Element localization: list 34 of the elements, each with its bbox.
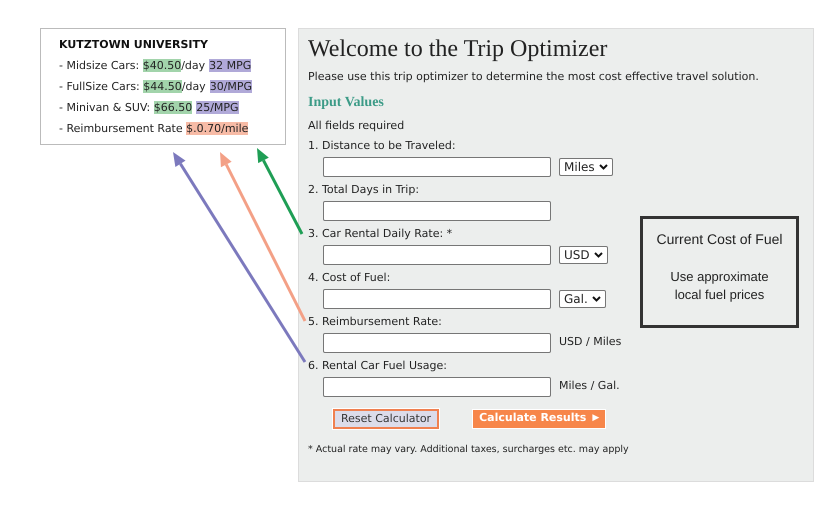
field-label: 2. Total Days in Trip: <box>308 182 420 196</box>
input-field[interactable] <box>323 332 551 352</box>
field-label: 1. Distance to be Traveled: <box>308 138 457 152</box>
required-note: All fields required <box>308 118 406 132</box>
unit-dropdown[interactable]: USD <box>559 246 608 264</box>
input-field[interactable] <box>323 200 551 220</box>
rate-line: - Minivan & SUV: $66.50 25/MPG <box>59 100 240 116</box>
unit-dropdown[interactable]: Miles <box>559 158 613 176</box>
intro-text: Please use this trip optimizer to determine the most cost effective travel solution. <box>308 69 760 85</box>
input-field[interactable] <box>323 156 551 176</box>
play-icon: ▶ <box>592 412 600 426</box>
chevron-down-icon <box>592 296 601 302</box>
input-field[interactable] <box>323 244 551 264</box>
unit-label: USD / Miles <box>559 334 622 350</box>
field-label: 3. Car Rental Daily Rate: * <box>308 226 454 240</box>
unit-label: Miles / Gal. <box>559 378 620 394</box>
page-title: Welcome to the Trip Optimizer <box>308 35 608 63</box>
field-label: 6. Rental Car Fuel Usage: <box>308 358 448 372</box>
fuel-box-title: Current Cost of Fuel <box>656 230 783 248</box>
rate-line: - Midsize Cars: $40.50/day 32 MPG <box>59 58 252 74</box>
chevron-down-icon <box>598 164 608 170</box>
field-label: 4. Cost of Fuel: <box>308 270 392 284</box>
section-heading: Input Values <box>308 94 385 112</box>
input-field[interactable] <box>323 288 551 308</box>
input-field[interactable] <box>323 376 551 396</box>
rate-line: - Reimbursement Rate $.0.70/mile <box>59 120 250 136</box>
field-label: 5. Reimbursement Rate: <box>308 314 443 328</box>
card-title: KUTZTOWN UNIVERSITY <box>59 37 209 53</box>
footnote: * Actual rate may vary. Additional taxes, surcharges etc. may apply <box>308 442 630 456</box>
fuel-box-text: Use approximate local fuel prices <box>669 268 770 304</box>
unit-dropdown[interactable]: Gal. <box>559 290 606 308</box>
reset-button[interactable]: Reset Calculator <box>333 408 440 428</box>
chevron-down-icon <box>594 252 603 258</box>
rate-line: - FullSize Cars: $44.50/day 30/MPG <box>59 78 254 94</box>
